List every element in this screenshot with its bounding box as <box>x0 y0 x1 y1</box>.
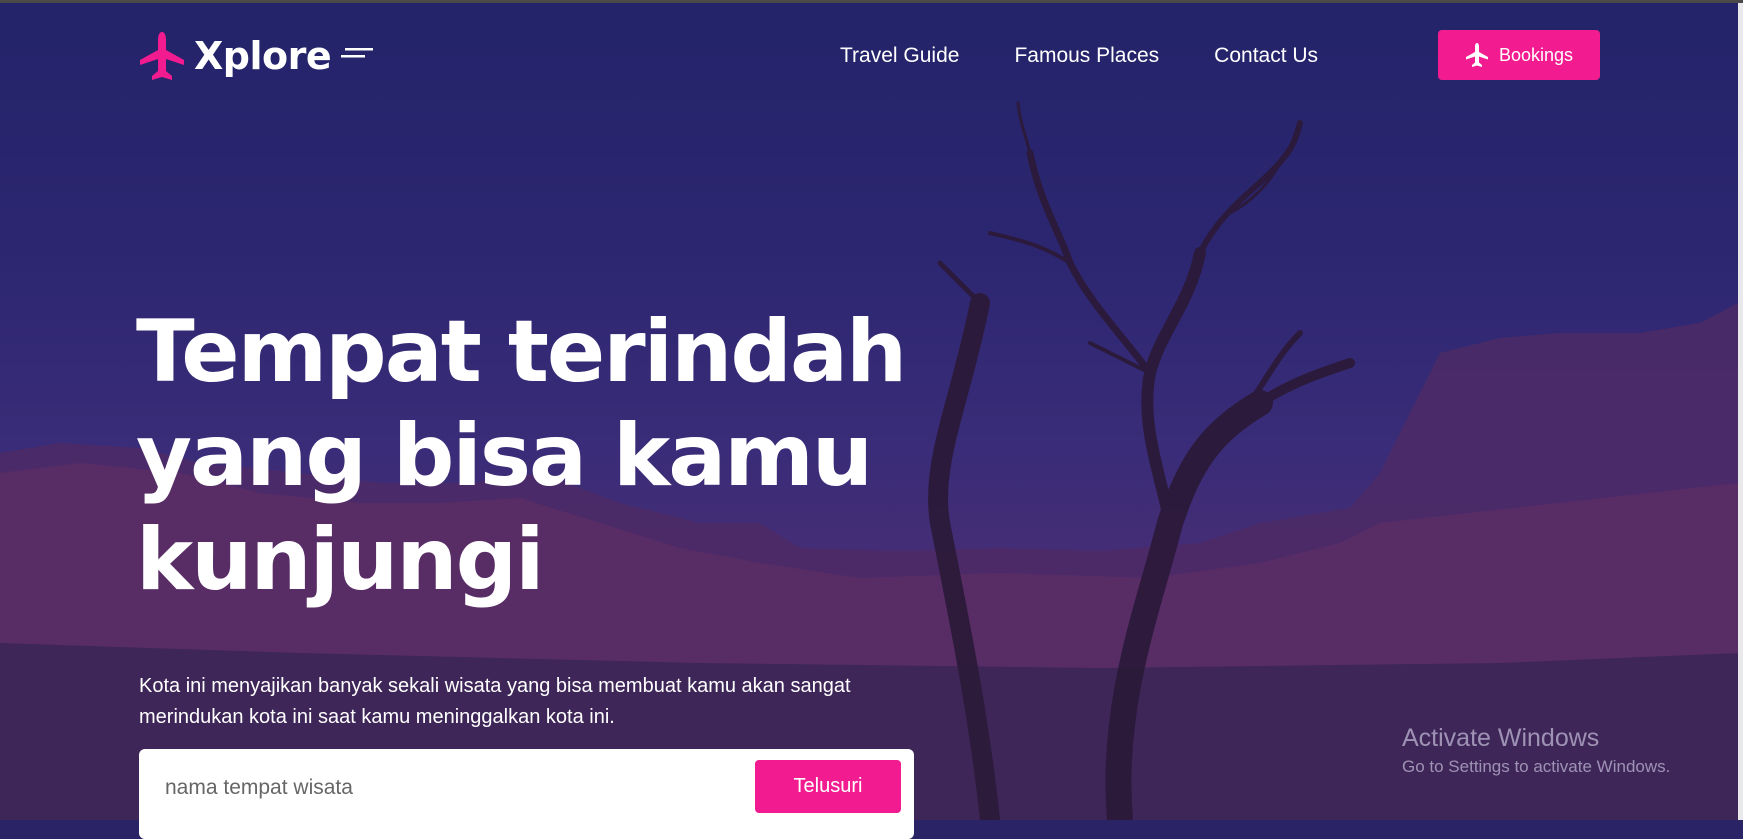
watermark-subtitle: Go to Settings to activate Windows. <box>1402 757 1671 776</box>
menu-icon[interactable] <box>341 44 375 64</box>
bookings-label: Bookings <box>1498 44 1574 65</box>
main-nav: Travel Guide Famous Places Contact Us <box>840 44 1318 68</box>
plane-icon <box>1465 43 1488 67</box>
hero-description: Kota ini menyajikan banyak sekali wisata… <box>139 675 851 728</box>
hero-title: Tempat terindah yang bisa kamu kunjungi <box>136 302 907 610</box>
nav-item-famous-places[interactable]: Famous Places <box>1014 44 1159 68</box>
search-button[interactable]: Telusuri <box>755 760 901 813</box>
plane-icon <box>140 32 184 80</box>
brand-name: Xplore <box>194 34 332 78</box>
scrollbar-track[interactable] <box>1738 3 1743 820</box>
search-input[interactable] <box>163 769 647 807</box>
nav-item-travel-guide[interactable]: Travel Guide <box>840 44 959 68</box>
search-box: Telusuri <box>139 749 914 839</box>
windows-activation-watermark: Activate Windows Go to Settings to activ… <box>1402 724 1670 777</box>
brand-logo[interactable]: Xplore <box>138 30 375 82</box>
watermark-title: Activate Windows <box>1402 724 1600 752</box>
nav-item-contact-us[interactable]: Contact Us <box>1214 44 1318 68</box>
bookings-button[interactable]: Bookings <box>1438 30 1600 80</box>
